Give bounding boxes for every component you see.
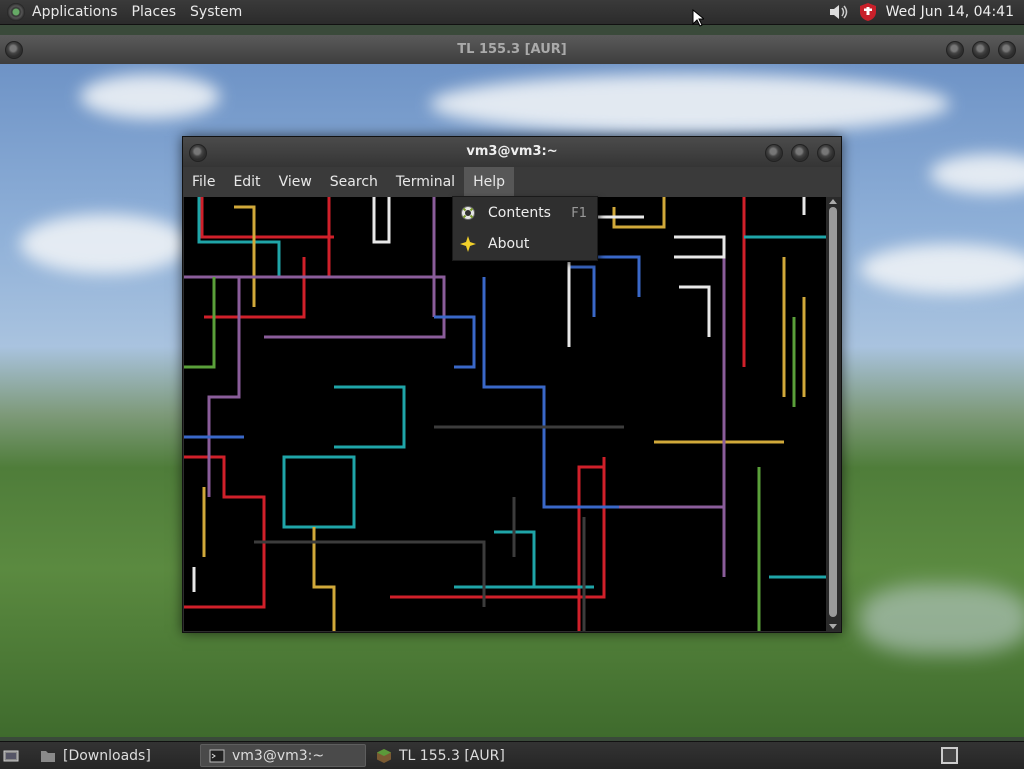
close-button[interactable]	[998, 41, 1016, 59]
pipe-segment	[482, 277, 619, 509]
volume-icon[interactable]	[828, 3, 850, 21]
pipe-segment	[679, 285, 711, 337]
menu-places[interactable]: Places	[125, 0, 184, 25]
terminal-maximize-button[interactable]	[791, 144, 809, 162]
menu-item-about-label: About	[488, 236, 530, 252]
folder-icon	[41, 750, 55, 762]
pipe-segment	[372, 197, 391, 244]
pipe-segment	[569, 265, 596, 317]
pipe-segment	[200, 197, 334, 239]
pipe-segment	[282, 455, 356, 529]
menu-item-contents[interactable]: Contents F1	[453, 198, 597, 228]
pipe-segment	[612, 197, 666, 229]
terminal-close-button[interactable]	[817, 144, 835, 162]
terminal-scrollbar[interactable]	[826, 197, 840, 631]
terminal-icon	[209, 749, 225, 762]
workspace-switcher[interactable]	[941, 747, 958, 764]
menu-applications[interactable]: Applications	[25, 0, 125, 25]
task-downloads-label: [Downloads]	[63, 747, 151, 764]
maximize-button[interactable]	[972, 41, 990, 59]
pipe-segment	[434, 315, 476, 369]
task-terminal-label: vm3@vm3:~	[232, 747, 325, 764]
background-window-title: TL 155.3 [AUR]	[457, 42, 567, 57]
about-star-icon	[460, 236, 476, 252]
menu-file[interactable]: File	[183, 167, 224, 197]
menu-item-contents-accelerator: F1	[571, 205, 587, 221]
pipe-segment	[184, 275, 241, 497]
pipe-segment	[234, 205, 256, 307]
terminal-screen[interactable]	[184, 197, 826, 631]
pipe-segment	[184, 455, 266, 609]
minimize-button[interactable]	[946, 41, 964, 59]
help-dropdown-menu: Contents F1 About	[452, 196, 598, 261]
applications-icon[interactable]	[7, 3, 25, 21]
menu-item-about[interactable]: About	[453, 229, 597, 259]
scroll-down-arrow-icon[interactable]	[829, 624, 837, 629]
terminal-titlebar[interactable]: vm3@vm3:~	[183, 137, 841, 167]
menu-edit[interactable]: Edit	[224, 167, 269, 197]
pipe-segment	[184, 277, 216, 369]
background-window-titlebar[interactable]: TL 155.3 [AUR]	[0, 35, 1024, 65]
terminal-minimize-button[interactable]	[765, 144, 783, 162]
show-desktop-icon[interactable]	[3, 748, 19, 764]
terminal-title: vm3@vm3:~	[466, 144, 558, 159]
menu-view[interactable]: View	[270, 167, 321, 197]
task-tl-game-label: TL 155.3 [AUR]	[399, 747, 505, 764]
task-terminal[interactable]: vm3@vm3:~	[200, 744, 366, 767]
top-panel: Applications Places System Wed Jun 14, 0…	[0, 0, 1024, 25]
menu-terminal[interactable]: Terminal	[387, 167, 464, 197]
menu-system[interactable]: System	[183, 0, 249, 25]
pipe-segment	[390, 457, 606, 599]
menu-help[interactable]: Help	[464, 167, 514, 197]
panel-tray: Wed Jun 14, 04:41	[828, 0, 1024, 25]
task-tl-game[interactable]: TL 155.3 [AUR]	[368, 744, 558, 767]
menu-item-contents-label: Contents	[488, 205, 551, 221]
scroll-thumb[interactable]	[829, 207, 837, 617]
pipe-segment	[239, 275, 446, 339]
bottom-panel: [Downloads] vm3@vm3:~ TL 155.3 [AUR]	[0, 741, 1024, 769]
pipe-segment	[674, 235, 726, 259]
task-downloads[interactable]: [Downloads]	[32, 744, 198, 767]
pipe-segment	[469, 255, 641, 297]
menu-search[interactable]: Search	[321, 167, 387, 197]
help-lifebuoy-icon	[461, 206, 475, 220]
shield-icon[interactable]	[858, 2, 878, 22]
minecraft-block-icon	[377, 748, 391, 763]
mouse-pointer-icon	[692, 9, 704, 27]
clock[interactable]: Wed Jun 14, 04:41	[878, 4, 1024, 20]
scroll-up-arrow-icon[interactable]	[829, 199, 837, 204]
pipe-segment	[334, 385, 406, 449]
pipes-screensaver-art	[184, 197, 826, 631]
terminal-menubar: File Edit View Search Terminal Help	[183, 167, 841, 197]
